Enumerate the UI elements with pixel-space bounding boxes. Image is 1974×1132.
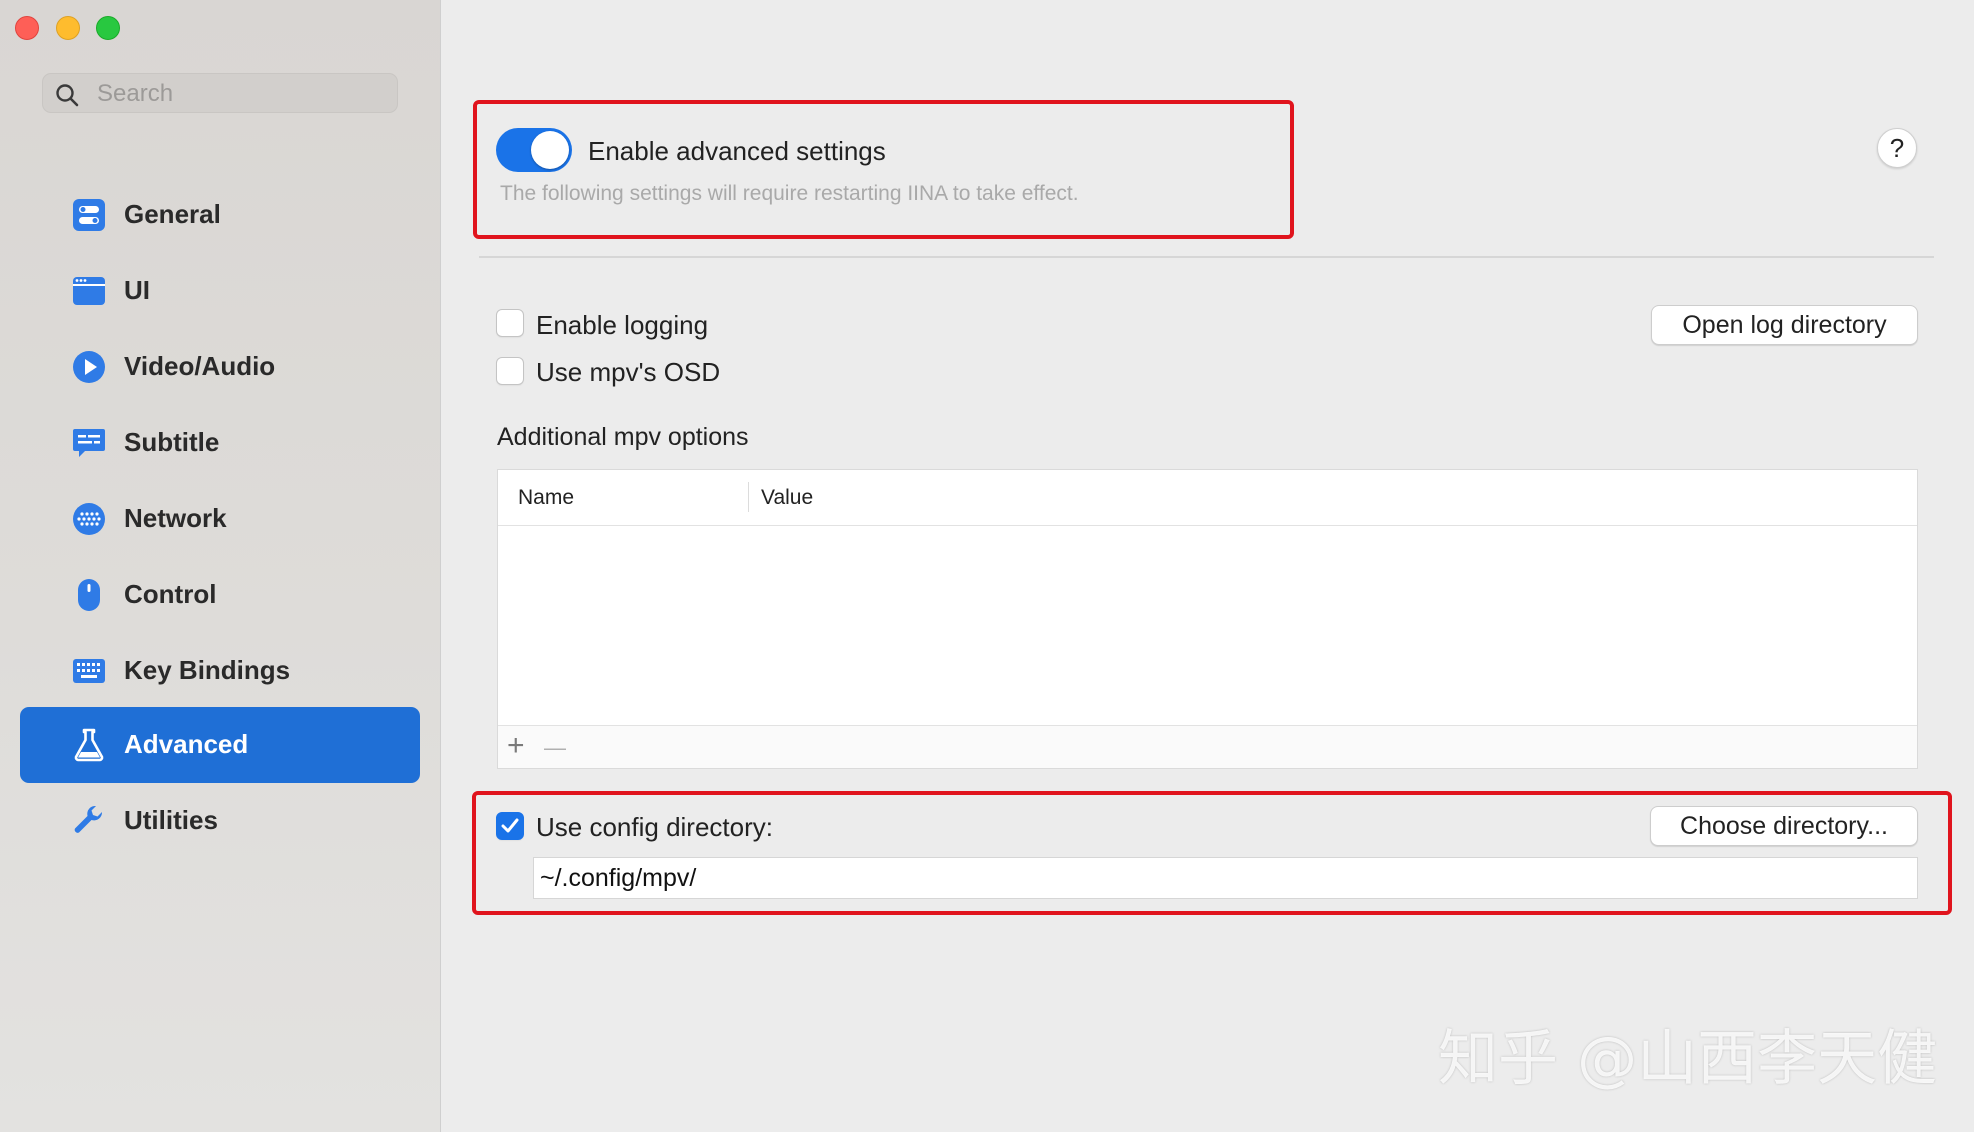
sidebar-item-label: Subtitle: [124, 427, 220, 457]
sidebar-item-label: UI: [124, 275, 150, 305]
config-directory-field[interactable]: [533, 857, 1918, 899]
control-icon: [78, 579, 100, 611]
preferences-window: General UI Video/Audio: [0, 0, 1974, 1132]
sidebar-item-general[interactable]: General: [20, 177, 420, 253]
network-icon: [73, 503, 105, 535]
enable-advanced-toggle[interactable]: [496, 128, 572, 172]
sidebar-item-label: Video/Audio: [124, 351, 276, 381]
section-divider: [479, 256, 1934, 258]
key-bindings-icon: [73, 659, 105, 683]
enable-advanced-label: Enable advanced settings: [588, 136, 886, 166]
search-input[interactable]: [95, 78, 389, 110]
general-icon: [73, 199, 105, 231]
table-header: Name Value: [498, 470, 1917, 526]
use-config-directory-checkbox[interactable]: [496, 812, 524, 840]
video-audio-icon: [73, 351, 105, 383]
watermark: 知乎 @山西李天健: [1438, 1024, 1938, 1094]
sidebar-item-network[interactable]: Network: [20, 481, 420, 557]
search-field[interactable]: [42, 73, 398, 113]
help-button[interactable]: ?: [1877, 128, 1917, 168]
mpv-options-heading: Additional mpv options: [497, 423, 749, 451]
use-mpv-osd-label: Use mpv's OSD: [536, 357, 721, 387]
toggle-knob: [531, 131, 569, 169]
sidebar-item-label: Advanced: [124, 729, 249, 759]
sidebar-item-label: Control: [124, 579, 217, 609]
add-option-button[interactable]: +: [507, 730, 525, 762]
sidebar-item-ui[interactable]: UI: [20, 253, 420, 329]
checkmark-icon: [501, 818, 519, 833]
sidebar-item-control[interactable]: Control: [20, 557, 420, 633]
choose-directory-button[interactable]: Choose directory...: [1650, 806, 1918, 846]
search-icon: [56, 84, 79, 107]
zoom-window-button[interactable]: [96, 16, 120, 40]
close-window-button[interactable]: [15, 16, 39, 40]
minimize-window-button[interactable]: [56, 16, 80, 40]
sidebar-item-label: General: [124, 199, 221, 229]
sidebar-item-label: Network: [124, 503, 227, 533]
sidebar-item-advanced[interactable]: Advanced: [20, 707, 420, 783]
mpv-options-table[interactable]: Name Value + —: [497, 469, 1918, 769]
column-separator[interactable]: [748, 482, 749, 512]
sidebar: General UI Video/Audio: [0, 0, 441, 1132]
remove-option-button[interactable]: —: [544, 732, 566, 764]
advanced-icon: [74, 728, 104, 762]
restart-hint: The following settings will require rest…: [500, 182, 1079, 205]
column-header-value[interactable]: Value: [761, 486, 813, 510]
sidebar-item-subtitle[interactable]: Subtitle: [20, 405, 420, 481]
highlight-box-toggle: [473, 100, 1294, 239]
sidebar-item-video-audio[interactable]: Video/Audio: [20, 329, 420, 405]
subtitle-icon: [73, 429, 105, 457]
table-footer: + —: [498, 725, 1917, 768]
sidebar-item-label: Utilities: [124, 805, 218, 835]
use-config-directory-label: Use config directory:: [536, 812, 773, 842]
enable-logging-checkbox[interactable]: [496, 309, 524, 337]
sidebar-item-label: Key Bindings: [124, 655, 291, 685]
sidebar-item-utilities[interactable]: Utilities: [20, 783, 420, 859]
use-mpv-osd-checkbox[interactable]: [496, 357, 524, 385]
enable-logging-label: Enable logging: [536, 310, 709, 340]
utilities-icon: [74, 805, 103, 833]
sidebar-item-key-bindings[interactable]: Key Bindings: [20, 633, 420, 709]
ui-icon: [73, 277, 105, 305]
open-log-directory-button[interactable]: Open log directory: [1651, 305, 1918, 345]
column-header-name[interactable]: Name: [518, 486, 574, 510]
